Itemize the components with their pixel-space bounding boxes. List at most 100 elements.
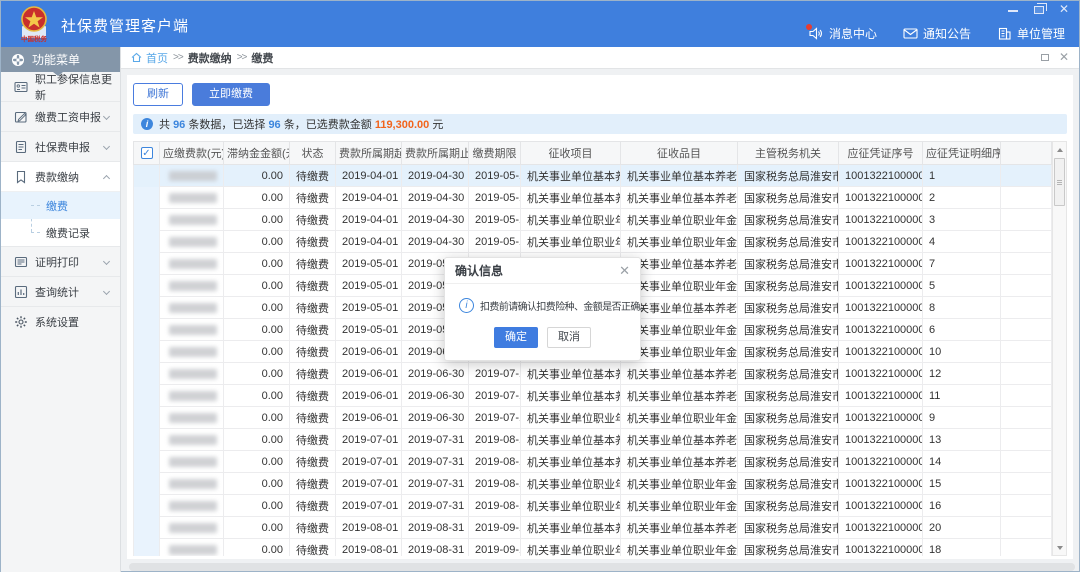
row-select-cell[interactable] (134, 517, 160, 539)
panel-maximize-icon[interactable] (1041, 54, 1049, 61)
row-select-cell[interactable] (134, 231, 160, 253)
row-select-cell[interactable] (134, 363, 160, 385)
cell-period_start: 2019-06-01 (336, 341, 402, 363)
row-select-cell[interactable] (134, 187, 160, 209)
app-title: 社保费管理客户端 (61, 15, 189, 36)
row-select-cell[interactable] (134, 495, 160, 517)
row-select-cell[interactable] (134, 209, 160, 231)
sidebar-item-wage-declaration[interactable]: 缴费工资申报 (1, 102, 120, 132)
restore-icon[interactable] (1033, 4, 1045, 14)
sidebar-subitem-pay[interactable]: 缴费 (1, 192, 120, 219)
cell-deadline: 2019-09-15 (469, 539, 521, 557)
sidebar-item-label: 系统设置 (35, 314, 79, 330)
row-select-cell[interactable] (134, 539, 160, 557)
cell-voucher_no: 1001322100000073... (839, 209, 923, 231)
table-row[interactable]: 0.00待缴费2019-08-012019-08-312019-09-15机关事… (134, 539, 1052, 557)
table-row[interactable]: 0.00待缴费2019-08-012019-08-312019-09-15机关事… (134, 517, 1052, 539)
chevron-down-icon (103, 143, 110, 150)
cell-filler (1001, 495, 1052, 517)
cell-amount (160, 407, 224, 429)
row-select-cell[interactable] (134, 407, 160, 429)
table-row[interactable]: 0.00待缴费2019-06-012019-06-302019-07-15机关事… (134, 363, 1052, 385)
menu-label: 通知公告 (923, 25, 971, 42)
chevron-down-icon (103, 288, 110, 295)
sidebar-subitem-payment-records[interactable]: 缴费记录 (1, 219, 120, 246)
sidebar-item-employee-info-update[interactable]: 职工参保信息更新 (1, 72, 120, 102)
sidebar-item-query-statistics[interactable]: 查询统计 (1, 277, 120, 307)
cell-voucher_detail_no: 15 (923, 473, 1001, 495)
pay-now-button[interactable]: 立即缴费 (192, 83, 270, 106)
bookmark-icon (14, 170, 28, 184)
sidebar-item-system-settings[interactable]: 系统设置 (1, 307, 120, 337)
certificate-icon (14, 255, 28, 269)
cell-late_fee: 0.00 (224, 275, 290, 297)
table-row[interactable]: 0.00待缴费2019-04-012019-04-302019-05-15机关事… (134, 187, 1052, 209)
redacted-amount (169, 479, 217, 489)
minimize-icon[interactable] (1007, 4, 1019, 14)
cell-filler (1001, 297, 1052, 319)
scroll-down-icon[interactable] (1053, 541, 1066, 554)
cell-voucher_detail_no: 4 (923, 231, 1001, 253)
breadcrumb-home[interactable]: 首页 (131, 50, 168, 66)
panel-close-icon[interactable]: ✕ (1059, 51, 1069, 64)
cell-filler (1001, 253, 1052, 275)
scroll-up-icon[interactable] (1053, 143, 1066, 156)
cell-late_fee: 0.00 (224, 253, 290, 275)
row-select-cell[interactable] (134, 297, 160, 319)
breadcrumb-separator: >> (237, 52, 247, 63)
row-select-cell[interactable] (134, 319, 160, 341)
table-row[interactable]: 0.00待缴费2019-07-012019-07-312019-08-15机关事… (134, 495, 1052, 517)
confirm-button[interactable]: 确定 (494, 327, 538, 348)
cell-voucher_detail_no: 3 (923, 209, 1001, 231)
menu-message-center[interactable]: 消息中心 (809, 25, 877, 42)
table-row[interactable]: 0.00待缴费2019-06-012019-06-302019-07-15机关事… (134, 407, 1052, 429)
table-row[interactable]: 0.00待缴费2019-04-012019-04-302019-05-15机关事… (134, 231, 1052, 253)
row-select-cell[interactable] (134, 275, 160, 297)
row-select-cell[interactable] (134, 341, 160, 363)
menu-label: 消息中心 (829, 25, 877, 42)
cell-voucher_no: 1001322100000073... (839, 495, 923, 517)
menu-unit-management[interactable]: 单位管理 (997, 25, 1065, 42)
row-select-cell[interactable] (134, 253, 160, 275)
bar-chart-icon (14, 285, 28, 299)
row-select-cell[interactable] (134, 451, 160, 473)
cancel-button[interactable]: 取消 (547, 327, 591, 348)
cell-voucher_detail_no: 18 (923, 539, 1001, 557)
table-row[interactable]: 0.00待缴费2019-07-012019-07-312019-08-15机关事… (134, 451, 1052, 473)
table-row[interactable]: 0.00待缴费2019-06-012019-06-302019-07-15机关事… (134, 385, 1052, 407)
redacted-amount (169, 237, 217, 247)
breadcrumb-item: 首页 (146, 50, 168, 66)
refresh-button[interactable]: 刷新 (133, 83, 183, 106)
row-select-cell[interactable] (134, 473, 160, 495)
table-row[interactable]: 0.00待缴费2019-07-012019-07-312019-08-15机关事… (134, 429, 1052, 451)
redacted-amount (169, 347, 217, 357)
cell-late_fee: 0.00 (224, 385, 290, 407)
sidebar-item-certificate-printing[interactable]: 证明打印 (1, 247, 120, 277)
menu-notices[interactable]: 通知公告 (903, 25, 971, 42)
cell-voucher_detail_no: 12 (923, 363, 1001, 385)
cell-tax_authority: 国家税务总局淮安市税务局... (738, 363, 839, 385)
row-select-cell[interactable] (134, 385, 160, 407)
dialog-close-icon[interactable]: ✕ (619, 264, 630, 277)
cell-status: 待缴费 (290, 319, 336, 341)
select-all-checkbox[interactable]: ✓ (141, 147, 153, 159)
table-row[interactable]: 0.00待缴费2019-04-012019-04-302019-05-15机关事… (134, 209, 1052, 231)
cell-levy_subitem: 机关事业单位基本养老保险... (621, 363, 738, 385)
cell-period_end: 2019-04-30 (402, 231, 469, 253)
vertical-scrollbar[interactable] (1052, 141, 1067, 556)
sidebar-item-social-insurance-declaration[interactable]: 社保费申报 (1, 132, 120, 162)
close-icon[interactable]: ✕ (1059, 4, 1071, 14)
table-row[interactable]: 0.00待缴费2019-07-012019-07-312019-08-15机关事… (134, 473, 1052, 495)
row-select-cell[interactable] (134, 429, 160, 451)
redacted-amount (169, 171, 217, 181)
cell-tax_authority: 国家税务总局淮安市税务局... (738, 429, 839, 451)
scrollbar-thumb[interactable] (1054, 158, 1065, 206)
redacted-amount (169, 523, 217, 533)
horizontal-scrollbar[interactable] (129, 563, 1075, 571)
fee-payment-submenu: 缴费 缴费记录 (1, 192, 120, 247)
row-select-cell[interactable] (134, 165, 160, 187)
edit-icon (14, 110, 28, 124)
sidebar-item-fee-payment[interactable]: 费款缴纳 (1, 162, 120, 192)
table-row[interactable]: 0.00待缴费2019-04-012019-04-302019-05-15机关事… (134, 165, 1052, 187)
horizontal-scrollbar-thumb[interactable] (129, 563, 1075, 571)
